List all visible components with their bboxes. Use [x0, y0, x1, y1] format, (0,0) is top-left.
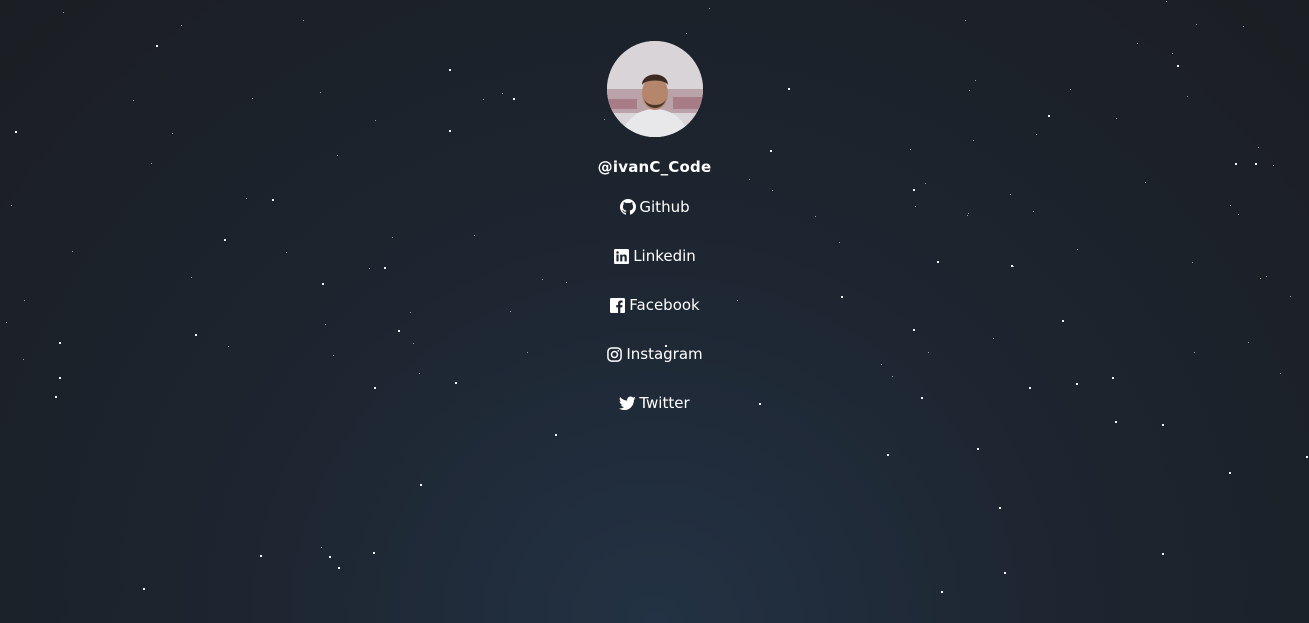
star — [709, 8, 710, 9]
twitter-link[interactable]: Twitter — [619, 393, 690, 413]
star — [321, 547, 322, 548]
social-links: Github Linkedin Facebook Instagram Twitt… — [606, 197, 703, 442]
star — [941, 591, 943, 593]
star — [686, 33, 687, 34]
star — [1196, 24, 1197, 25]
github-icon — [619, 199, 636, 216]
facebook-label: Facebook — [629, 296, 700, 314]
star — [1306, 456, 1308, 458]
linkedin-link[interactable]: Linkedin — [613, 246, 696, 266]
profile-card: @ivanC_Code Github Linkedin Facebook Ins… — [0, 41, 1309, 442]
instagram-label: Instagram — [626, 345, 703, 363]
instagram-icon — [606, 346, 623, 363]
github-link[interactable]: Github — [619, 197, 690, 217]
star — [1243, 26, 1244, 27]
instagram-link[interactable]: Instagram — [606, 344, 703, 364]
twitter-icon — [619, 395, 637, 412]
star — [338, 567, 340, 569]
avatar-photo — [606, 41, 703, 137]
star — [181, 25, 182, 26]
linkedin-label: Linkedin — [633, 247, 696, 265]
star — [1166, 1, 1167, 2]
star — [260, 555, 262, 557]
avatar — [606, 41, 703, 137]
facebook-link[interactable]: Facebook — [609, 295, 700, 315]
star — [143, 588, 145, 590]
facebook-icon — [609, 297, 626, 314]
star — [887, 454, 889, 456]
star — [373, 552, 375, 554]
star — [303, 20, 304, 21]
star — [329, 556, 331, 558]
star — [965, 20, 966, 21]
linkedin-icon — [613, 248, 630, 265]
github-label: Github — [639, 198, 690, 216]
star — [1229, 472, 1231, 474]
star — [1004, 572, 1006, 574]
star — [420, 484, 422, 486]
twitter-label: Twitter — [639, 394, 690, 412]
star — [1162, 553, 1164, 555]
star — [977, 448, 979, 450]
username: @ivanC_Code — [597, 158, 712, 176]
star — [999, 507, 1001, 509]
star — [63, 12, 64, 13]
